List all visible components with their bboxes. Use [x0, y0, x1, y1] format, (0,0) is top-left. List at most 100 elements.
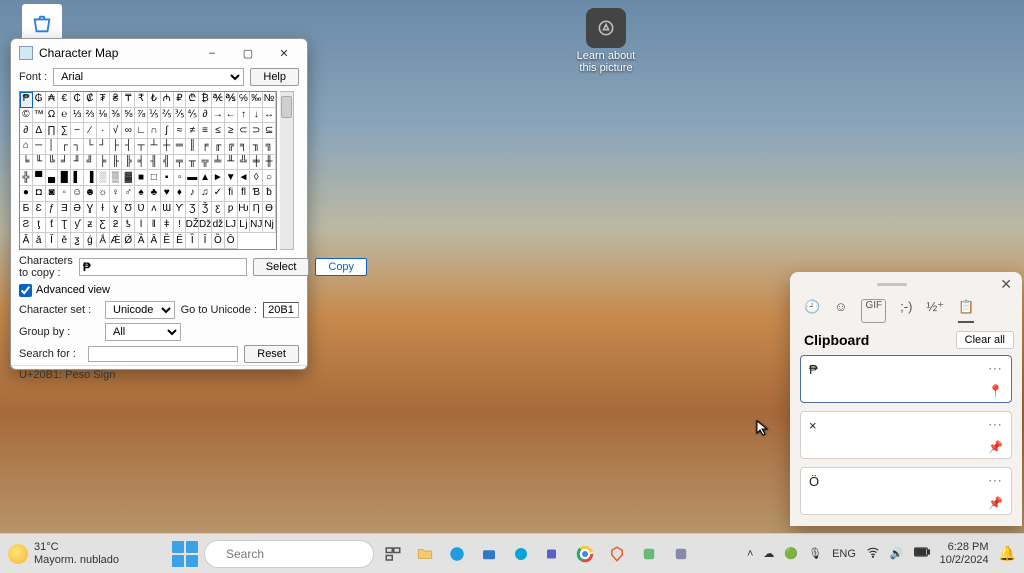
tray-clock[interactable]: 6:28 PM 10/2/2024	[940, 541, 989, 565]
char-cell[interactable]: ☼	[97, 186, 110, 202]
char-cell[interactable]: ǂ	[161, 218, 174, 234]
panel-drag-handle[interactable]	[877, 283, 907, 286]
taskbar-app-blue[interactable]	[508, 541, 534, 567]
start-button[interactable]	[172, 541, 198, 567]
char-cell[interactable]: ▐	[84, 170, 97, 186]
char-cell[interactable]: ╠	[122, 155, 135, 171]
char-cell[interactable]: ┬	[135, 139, 148, 155]
clipboard-item-menu[interactable]: ⋯	[988, 416, 1003, 433]
char-cell[interactable]: ╤	[174, 155, 187, 171]
char-cell[interactable]: Ɵ	[263, 202, 276, 218]
char-cell[interactable]: ♪	[186, 186, 199, 202]
char-cell[interactable]: Ǆ	[186, 218, 199, 234]
char-cell[interactable]: ╣	[161, 155, 174, 171]
char-cell[interactable]: ǈ	[238, 218, 251, 234]
char-cell[interactable]: ǅ	[199, 218, 212, 234]
char-cell[interactable]: Ə	[71, 202, 84, 218]
char-cell[interactable]: ₳	[46, 92, 59, 108]
char-cell[interactable]: ┤	[122, 139, 135, 155]
char-cell[interactable]: ♣	[148, 186, 161, 202]
char-cell[interactable]: ǀ	[135, 218, 148, 234]
char-cell[interactable]: Ω	[46, 108, 59, 124]
char-cell[interactable]: ╒	[199, 139, 212, 155]
tab-clipboard[interactable]: 📋	[958, 299, 974, 323]
scrollbar-thumb[interactable]	[281, 96, 292, 118]
char-cell[interactable]: ▬	[186, 170, 199, 186]
char-cell[interactable]: ▀	[33, 170, 46, 186]
char-cell[interactable]: Ȋ	[199, 233, 212, 249]
taskbar-search-input[interactable]	[223, 546, 384, 562]
char-cell[interactable]: ƹ	[212, 202, 225, 218]
char-cell[interactable]: ⅖	[161, 108, 174, 124]
char-cell[interactable]: ╬	[20, 170, 33, 186]
char-cell[interactable]: ▒	[110, 170, 123, 186]
char-cell[interactable]: ╞	[97, 155, 110, 171]
char-cell[interactable]: ǃ	[174, 218, 187, 234]
tray-language[interactable]: ENG	[832, 548, 856, 560]
char-cell[interactable]: Ʒ	[186, 202, 199, 218]
advanced-view-checkbox[interactable]: Advanced view	[11, 282, 307, 299]
clear-all-button[interactable]: Clear all	[956, 331, 1014, 349]
char-cell[interactable]: ►	[212, 170, 225, 186]
char-cell[interactable]: ₴	[110, 92, 123, 108]
char-cell[interactable]: Ǽ	[110, 233, 123, 249]
taskbar-app-generic-2[interactable]	[668, 541, 694, 567]
char-cell[interactable]: ⊂	[238, 123, 251, 139]
desktop-icon-learn-picture[interactable]: Learn about this picture	[576, 8, 636, 74]
char-cell[interactable]: Ȍ	[212, 233, 225, 249]
charset-select[interactable]: Unicode	[105, 301, 175, 319]
window-maximize-button[interactable]: ▢	[231, 43, 265, 63]
char-cell[interactable]: Ʈ	[58, 218, 71, 234]
char-cell[interactable]: €	[58, 92, 71, 108]
window-close-button[interactable]: ✕	[267, 43, 301, 63]
char-cell[interactable]: ║	[186, 139, 199, 155]
char-cell[interactable]: ǎ	[33, 233, 46, 249]
taskbar-chrome[interactable]	[572, 541, 598, 567]
taskbar-store[interactable]	[476, 541, 502, 567]
char-cell[interactable]: ƾ	[122, 218, 135, 234]
clipboard-item[interactable]: Ö⋯📌	[800, 467, 1012, 515]
panel-close-button[interactable]: ✕	[996, 276, 1016, 293]
char-cell[interactable]: ┼	[161, 139, 174, 155]
search-input[interactable]	[88, 346, 238, 362]
char-cell[interactable]: ╙	[33, 155, 46, 171]
char-cell[interactable]: ╔	[225, 139, 238, 155]
help-button[interactable]: Help	[250, 68, 299, 86]
tray-mic-icon[interactable]: 🎙	[808, 547, 822, 560]
tray-notifications-icon[interactable]: 🔔	[999, 545, 1016, 562]
char-cell[interactable]: ℅	[238, 92, 251, 108]
char-cell[interactable]: ✓	[212, 186, 225, 202]
char-cell[interactable]: Ȉ	[186, 233, 199, 249]
char-cell[interactable]: ∂	[20, 123, 33, 139]
taskbar-weather[interactable]: 31°C Mayorm. nublado	[8, 541, 119, 565]
char-cell[interactable]: ﬁ	[225, 186, 238, 202]
char-cell[interactable]: ℀	[212, 92, 225, 108]
char-cell[interactable]: ☺	[71, 186, 84, 202]
grid-scrollbar[interactable]	[280, 91, 294, 250]
char-cell[interactable]: ♠	[135, 186, 148, 202]
char-cell[interactable]: ∏	[46, 123, 59, 139]
taskbar-brave[interactable]	[604, 541, 630, 567]
char-cell[interactable]: ╡	[135, 155, 148, 171]
char-cell[interactable]: ╕	[238, 139, 251, 155]
taskbar-teams[interactable]	[540, 541, 566, 567]
taskbar-task-view[interactable]	[380, 541, 406, 567]
char-cell[interactable]: ƿ	[225, 202, 238, 218]
tab-symbols[interactable]: ½⁺	[926, 299, 944, 323]
char-cell[interactable]: ǁ	[148, 218, 161, 234]
char-cell[interactable]: ⌂	[20, 139, 33, 155]
char-cell[interactable]: ←	[225, 108, 238, 124]
char-cell[interactable]: ╫	[263, 155, 276, 171]
char-cell[interactable]: ℮	[58, 108, 71, 124]
char-cell[interactable]: ∕	[84, 123, 97, 139]
char-cell[interactable]: ♥	[161, 186, 174, 202]
char-cell[interactable]: ₲	[33, 92, 46, 108]
tab-emoji[interactable]: ☺	[834, 299, 847, 323]
char-cell[interactable]: ≥	[225, 123, 238, 139]
char-cell[interactable]: ⅜	[110, 108, 123, 124]
char-cell[interactable]: №	[263, 92, 276, 108]
char-cell[interactable]: ♀	[110, 186, 123, 202]
char-cell[interactable]: ≤	[212, 123, 225, 139]
char-cell[interactable]: ě	[58, 233, 71, 249]
char-cell[interactable]: ƒ	[46, 202, 59, 218]
